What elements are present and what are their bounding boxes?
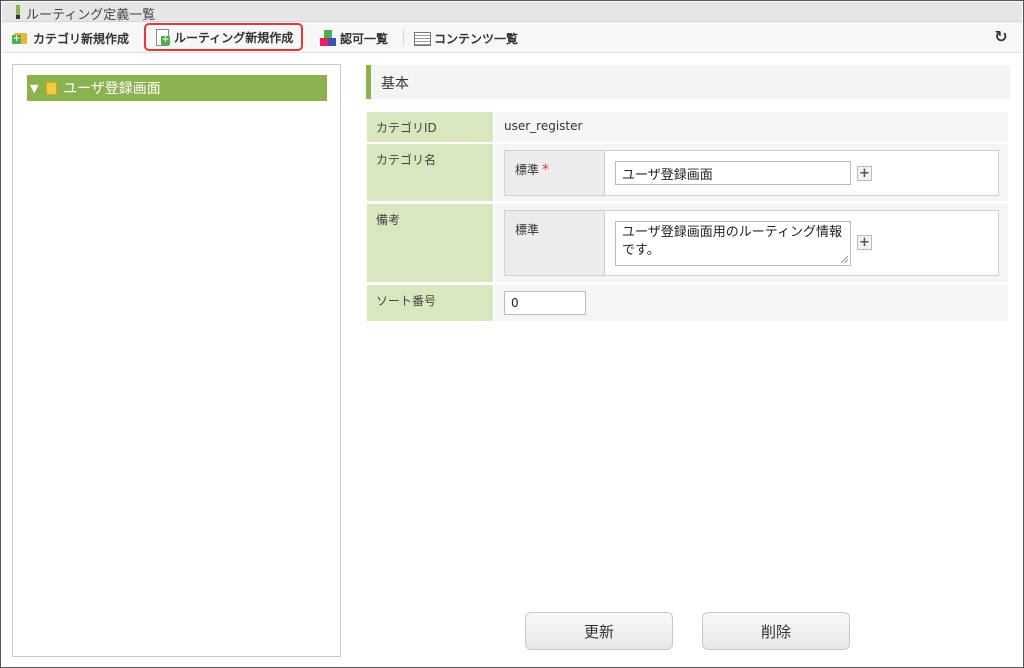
app-window: ルーティング定義一覧 カテゴリ新規作成 ルーティング新規作成 認可一覧 コンテン… <box>0 0 1024 668</box>
new-category-label: カテゴリ新規作成 <box>33 31 130 46</box>
contents-list-label: コンテンツ一覧 <box>434 31 519 46</box>
category-name-locale-label: 標準 * <box>505 151 605 195</box>
remarks-locale-label: 標準 <box>505 211 605 275</box>
category-name-input[interactable] <box>615 161 851 185</box>
category-id-value-cell: user_register <box>495 112 1008 142</box>
locale-standard-label: 標準 <box>515 163 540 177</box>
category-name-locale-box: 標準* + <box>504 150 999 196</box>
refresh-icon[interactable]: ↻ <box>992 28 1010 46</box>
remarks-value-cell: 標準 ユーザ登録画面用のルーティング情報です。 + <box>495 204 1008 282</box>
folder-add-icon <box>12 30 29 46</box>
tree-node-user-registration[interactable]: ▼ ユーザ登録画面 <box>27 75 327 101</box>
category-id-value: user_register <box>504 119 583 133</box>
toolbar-divider <box>403 29 404 46</box>
section-header: 基本 <box>366 65 1010 99</box>
toolbar: カテゴリ新規作成 ルーティング新規作成 認可一覧 コンテンツ一覧 ↻ <box>2 22 1022 53</box>
remarks-locale-box: 標準 ユーザ登録画面用のルーティング情報です。 + <box>504 210 999 276</box>
required-mark: * <box>542 162 550 178</box>
new-routing-button[interactable]: ルーティング新規作成 <box>144 23 304 51</box>
document-add-icon <box>154 29 170 46</box>
authorization-list-label: 認可一覧 <box>340 31 389 46</box>
contents-list-button[interactable]: コンテンツ一覧 <box>414 26 518 50</box>
folder-icon <box>46 81 57 95</box>
category-id-label: カテゴリID <box>367 112 493 142</box>
tree-node-label: ユーザ登録画面 <box>63 81 161 97</box>
resize-handle-icon[interactable] <box>841 256 848 263</box>
sort-order-input[interactable] <box>504 291 586 315</box>
remarks-text: ユーザ登録画面用のルーティング情報です。 <box>622 225 842 258</box>
add-locale-button[interactable]: + <box>857 166 872 181</box>
new-routing-label: ルーティング新規作成 <box>174 30 294 45</box>
sort-order-label: ソート番号 <box>367 285 493 321</box>
list-icon <box>414 30 431 46</box>
update-button[interactable]: 更新 <box>525 612 673 650</box>
title-bar: ルーティング定義一覧 <box>2 2 1022 23</box>
add-locale-remarks-button[interactable]: + <box>857 235 872 250</box>
title-mark-icon <box>16 5 20 19</box>
delete-button[interactable]: 削除 <box>702 612 850 650</box>
category-tree-panel: ▼ ユーザ登録画面 <box>12 64 341 657</box>
sort-order-value-cell <box>495 285 1008 321</box>
new-category-button[interactable]: カテゴリ新規作成 <box>12 26 130 50</box>
blocks-icon <box>320 30 336 46</box>
category-name-value-cell: 標準* + <box>495 144 1008 201</box>
authorization-list-button[interactable]: 認可一覧 <box>320 26 388 50</box>
category-name-label: カテゴリ名 <box>367 144 493 201</box>
window-title: ルーティング定義一覧 <box>26 8 156 23</box>
expand-triangle-icon[interactable]: ▼ <box>30 82 40 95</box>
remarks-textarea[interactable]: ユーザ登録画面用のルーティング情報です。 <box>615 221 851 266</box>
remarks-label: 備考 <box>367 204 493 282</box>
section-title: 基本 <box>381 76 409 92</box>
